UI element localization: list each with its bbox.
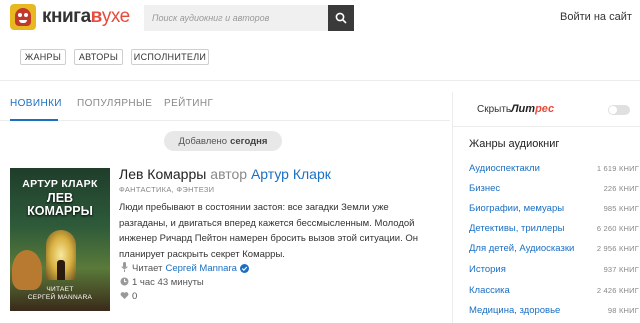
genre-item[interactable]: Аудиоспектакли 1 619 КНИГ <box>469 161 639 175</box>
litres-logo: Литрес <box>511 103 554 115</box>
cover-title: ЛЕВ КОМАРРЫ <box>10 192 110 218</box>
genre-item[interactable]: Медицина, здоровье 98 КНИГ <box>469 303 639 317</box>
heart-icon[interactable] <box>119 291 129 302</box>
tab-new[interactable]: НОВИНКИ <box>10 98 62 109</box>
genres-heading: Жанры аудиокниг <box>469 138 560 150</box>
genre-name[interactable]: Биографии, мемуары <box>469 203 564 214</box>
added-date-badge: Добавлено сегодня <box>164 131 282 151</box>
litres-brand-a: Лит <box>511 103 536 115</box>
cover-reader: ЧИТАЕТ СЕРГЕЙ MANNARA <box>10 286 110 302</box>
genre-item[interactable]: Детективы, триллеры 6 260 КНИГ <box>469 221 639 235</box>
genre-item[interactable]: Классика 2 426 КНИГ <box>469 283 639 297</box>
login-link[interactable]: Войти на сайт <box>560 11 632 23</box>
hide-litres-label: Скрыть <box>477 104 512 115</box>
header-divider <box>0 80 640 81</box>
book-genres[interactable]: ФАНТАСТИКА, ФЭНТЕЗИ <box>119 185 214 194</box>
litres-brand-b: рес <box>535 103 555 115</box>
brand-v: в <box>90 6 103 27</box>
active-tab-indicator <box>10 119 58 121</box>
filter-genres[interactable]: ЖАНРЫ <box>20 49 66 65</box>
genre-name[interactable]: Медицина, здоровье <box>469 305 560 316</box>
genre-name[interactable]: Бизнес <box>469 183 500 194</box>
book-cover[interactable]: АРТУР КЛАРК ЛЕВ КОМАРРЫ ЧИТАЕТ СЕРГЕЙ MA… <box>10 168 110 311</box>
genre-count: 6 260 КНИГ <box>596 223 639 233</box>
genre-count: 937 КНИГ <box>603 264 639 274</box>
genre-count: 2 426 КНИГ <box>596 285 639 295</box>
sidebar-divider <box>452 126 640 127</box>
filter-performers[interactable]: ИСПОЛНИТЕЛИ <box>131 49 209 65</box>
verified-icon <box>239 263 249 273</box>
search-icon <box>335 12 347 24</box>
brand-prefix: книга <box>42 6 91 27</box>
genre-count: 1 619 КНИГ <box>596 163 639 173</box>
tab-popular[interactable]: ПОПУЛЯРНЫЕ <box>77 98 152 109</box>
genre-name[interactable]: Для детей, Аудиосказки <box>469 243 574 254</box>
genre-name[interactable]: История <box>469 264 506 275</box>
book-duration-row: 1 час 43 минуты <box>119 277 204 288</box>
genre-item[interactable]: Бизнес 226 КНИГ <box>469 181 639 195</box>
reader-link[interactable]: Сергей Mannara <box>166 263 237 274</box>
cover-reader-line2: СЕРГЕЙ MANNARA <box>27 294 93 301</box>
book-title[interactable]: Лев Комарры <box>119 166 206 182</box>
book-description: Люди пребывают в состоянии застоя: все з… <box>119 202 419 260</box>
site-brand[interactable]: книгавухе <box>42 6 130 28</box>
book-duration: 1 час 43 минуты <box>132 277 204 288</box>
search-input[interactable] <box>144 5 328 31</box>
genre-count: 985 КНИГ <box>603 203 639 213</box>
cover-author: АРТУР КЛАРК <box>22 178 98 190</box>
genre-name[interactable]: Детективы, триллеры <box>469 223 564 234</box>
genre-count: 98 КНИГ <box>607 305 639 315</box>
genre-name[interactable]: Аудиоспектакли <box>469 163 540 174</box>
book-author-link[interactable]: Артур Кларк <box>251 166 331 182</box>
tabs-divider <box>0 120 450 121</box>
book-heading: Лев Комарры автор Артур Кларк <box>119 166 331 182</box>
hide-litres-toggle[interactable] <box>608 105 630 115</box>
cover-figure-art <box>57 260 65 280</box>
genre-count: 2 956 КНИГ <box>596 243 639 253</box>
book-by-label: автор <box>210 166 248 182</box>
genre-item[interactable]: Для детей, Аудиосказки 2 956 КНИГ <box>469 241 639 255</box>
cover-reader-line1: ЧИТАЕТ <box>46 286 74 293</box>
book-likes-count: 0 <box>132 291 138 302</box>
cover-title-line2: КОМАРРЫ <box>27 204 93 218</box>
site-logo-icon[interactable] <box>10 4 36 30</box>
added-prefix: Добавлено <box>178 135 228 147</box>
genre-item[interactable]: Биографии, мемуары 985 КНИГ <box>469 201 639 215</box>
reader-label: Читает <box>132 262 163 274</box>
clock-icon <box>119 277 129 288</box>
cover-lion-art <box>12 250 42 290</box>
book-likes-row: 0 <box>119 291 137 302</box>
filter-authors[interactable]: АВТОРЫ <box>74 49 123 65</box>
search-button[interactable] <box>328 5 354 31</box>
genre-count: 226 КНИГ <box>603 183 639 193</box>
microphone-icon <box>119 262 129 274</box>
genre-item[interactable]: История 937 КНИГ <box>469 262 639 276</box>
book-reader-row: Читает Сергей Mannara <box>119 262 249 274</box>
genre-name[interactable]: Классика <box>469 285 510 296</box>
brand-suffix: ухе <box>101 6 130 27</box>
tab-rating[interactable]: РЕЙТИНГ <box>164 98 213 109</box>
added-day: сегодня <box>230 135 268 147</box>
